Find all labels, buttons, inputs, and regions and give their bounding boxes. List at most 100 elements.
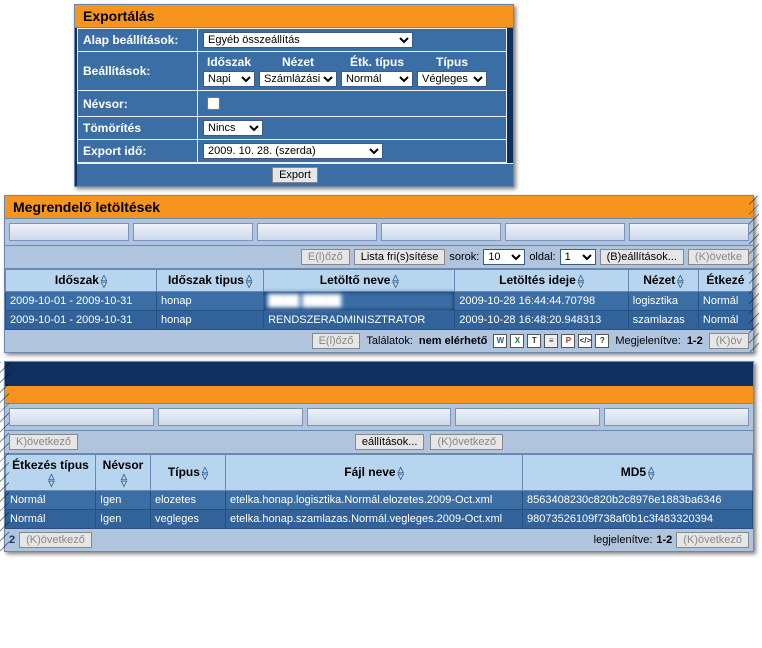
- col-download-time[interactable]: Letöltés ideje△▽: [455, 270, 629, 292]
- cell-md5: 8563408230c820b2c8976e1883ba6346: [523, 490, 753, 509]
- nevsor-checkbox[interactable]: [207, 97, 220, 110]
- pager-refresh-button[interactable]: Lista fri(s)sítése: [354, 249, 446, 265]
- excel-icon[interactable]: X: [510, 334, 524, 348]
- segment[interactable]: [381, 223, 501, 241]
- col-period-type[interactable]: Időszak tipus△▽: [156, 270, 263, 292]
- segment[interactable]: [133, 223, 253, 241]
- cell-file: etelka.honap.szamlazas.Normál.vegleges.2…: [226, 509, 523, 528]
- cell-period: 2009-10-01 - 2009-10-31: [6, 310, 157, 329]
- footer-right-next[interactable]: (K)övetkező: [676, 532, 749, 548]
- segment[interactable]: [505, 223, 625, 241]
- page-select[interactable]: 1: [560, 249, 596, 265]
- view-select[interactable]: Számlázási: [259, 71, 337, 87]
- pager-settings-button[interactable]: (B)eállítások...: [600, 249, 684, 265]
- segment[interactable]: [629, 223, 749, 241]
- footer-showing-label: legjelenítve:: [594, 534, 653, 546]
- cell-md5: 98073526109f738af0b1c3f483320394: [523, 509, 753, 528]
- results-label: Találatok:: [366, 335, 412, 347]
- sublabel-view: Nézet: [259, 55, 337, 69]
- cell-meal: Normál: [698, 291, 752, 310]
- export-time-label: Export idő:: [78, 140, 198, 163]
- footer-left-num: 2: [9, 534, 15, 546]
- cell-name: RENDSZERADMINISZTRATOR: [264, 310, 455, 329]
- basic-settings-select[interactable]: Egyéb összeállítás: [203, 32, 413, 48]
- downloads-table: Időszak△▽ Időszak tipus△▽ Letöltő neve△▽…: [5, 269, 753, 330]
- cell-nevsor: Igen: [96, 490, 151, 509]
- orange-strip: [5, 386, 753, 404]
- col-mealtype[interactable]: Étkezés típus△▽: [6, 454, 96, 490]
- cell-ptype: honap: [156, 310, 263, 329]
- results-value: nem elérhető: [419, 335, 487, 347]
- cell-meal: Normál: [6, 490, 96, 509]
- sublabel-period: Időszak: [203, 55, 255, 69]
- page-label: oldal:: [529, 251, 555, 263]
- cell-view: logisztika: [628, 291, 698, 310]
- segment[interactable]: [158, 408, 303, 426]
- export-settings-table: Alap beállítások: Egyéb összeállítás Beá…: [77, 28, 507, 163]
- word-icon[interactable]: W: [493, 334, 507, 348]
- col-meal[interactable]: Étkezé: [698, 270, 752, 292]
- footer-showing-value: 1-2: [656, 534, 672, 546]
- segment[interactable]: [455, 408, 600, 426]
- export-icons: W X T ≡ P </> ?: [493, 334, 609, 348]
- cell-time: 2009-10-28 16:48:20.948313: [455, 310, 629, 329]
- basic-settings-label: Alap beállítások:: [78, 29, 198, 52]
- settings-label: Beállítások:: [78, 52, 198, 91]
- table-row[interactable]: Normál Igen elozetes etelka.honap.logisz…: [6, 490, 753, 509]
- segment[interactable]: [9, 408, 154, 426]
- cell-ptype: honap: [156, 291, 263, 310]
- segment[interactable]: [9, 223, 129, 241]
- help-icon[interactable]: ?: [595, 334, 609, 348]
- pager-next-button[interactable]: (K)övetke: [688, 249, 749, 265]
- col-period[interactable]: Időszak△▽: [6, 270, 157, 292]
- table-row[interactable]: 2009-10-01 - 2009-10-31 honap RENDSZERAD…: [6, 310, 753, 329]
- segment[interactable]: [307, 408, 452, 426]
- cell-type: vegleges: [151, 509, 226, 528]
- footer-left-next[interactable]: (K)övetkező: [19, 532, 92, 548]
- segment[interactable]: [257, 223, 377, 241]
- col-filename[interactable]: Fájl neve△▽: [226, 454, 523, 490]
- cell-meal: Normál: [698, 310, 752, 329]
- footer-prev-button[interactable]: E(l)őző: [312, 333, 361, 349]
- txt-icon[interactable]: T: [527, 334, 541, 348]
- dark-strip: [5, 362, 753, 386]
- col-type[interactable]: Típus△▽: [151, 454, 226, 490]
- showing-label: Megjelenítve:: [615, 335, 680, 347]
- meal-select[interactable]: Normál: [341, 71, 413, 87]
- downloads-panel-title: Megrendelő letöltések: [5, 196, 753, 219]
- xml-icon[interactable]: </>: [578, 334, 592, 348]
- left-next-button[interactable]: K)övetkező: [9, 434, 78, 450]
- export-panel-title: Exportálás: [75, 5, 513, 28]
- period-select[interactable]: Napi: [203, 71, 255, 87]
- cell-period: 2009-10-01 - 2009-10-31: [6, 291, 157, 310]
- cell-file: etelka.honap.logisztika.Normál.elozetes.…: [226, 490, 523, 509]
- cell-time: 2009-10-28 16:44:44.70798: [455, 291, 629, 310]
- cell-meal: Normál: [6, 509, 96, 528]
- col-md5[interactable]: MD5△▽: [523, 454, 753, 490]
- col-downloader[interactable]: Letöltő neve△▽: [264, 270, 455, 292]
- mid-settings-button[interactable]: eállítások...: [355, 434, 425, 450]
- table-row[interactable]: 2009-10-01 - 2009-10-31 honap ████ █████…: [6, 291, 753, 310]
- export-time-select[interactable]: 2009. 10. 28. (szerda): [203, 143, 383, 159]
- col-nevsor[interactable]: Névsor△▽: [96, 454, 151, 490]
- toolbar-segments: [5, 219, 753, 246]
- cell-type: elozetes: [151, 490, 226, 509]
- toolbar-segments-2: [5, 404, 753, 431]
- pdf-icon[interactable]: P: [561, 334, 575, 348]
- rows-select[interactable]: 10: [483, 249, 525, 265]
- col-view[interactable]: Nézet△▽: [628, 270, 698, 292]
- files-table: Étkezés típus△▽ Névsor△▽ Típus△▽ Fájl ne…: [5, 454, 753, 529]
- compress-select[interactable]: Nincs: [203, 120, 263, 136]
- compress-label: Tömörítés: [78, 117, 198, 140]
- segment[interactable]: [604, 408, 749, 426]
- mid-next-button[interactable]: (K)övetkező: [430, 434, 503, 450]
- showing-value: 1-2: [687, 335, 703, 347]
- cell-nevsor: Igen: [96, 509, 151, 528]
- table-row[interactable]: Normál Igen vegleges etelka.honap.szamla…: [6, 509, 753, 528]
- csv-icon[interactable]: ≡: [544, 334, 558, 348]
- cell-name: ████ █████: [264, 291, 455, 310]
- export-button[interactable]: Export: [272, 167, 318, 183]
- type-select[interactable]: Végleges: [417, 71, 487, 87]
- footer-next-button[interactable]: (K)öv: [709, 333, 749, 349]
- pager-prev-button[interactable]: E(l)őző: [301, 249, 350, 265]
